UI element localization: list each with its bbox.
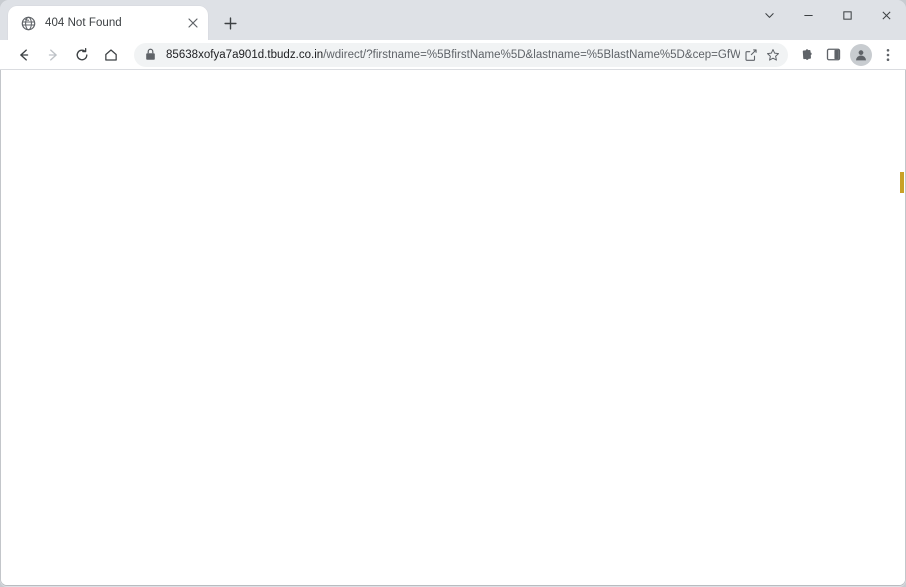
avatar[interactable] bbox=[850, 43, 872, 66]
tab-strip: 404 Not Found bbox=[0, 0, 906, 40]
side-panel-button[interactable] bbox=[820, 41, 846, 69]
home-button[interactable] bbox=[97, 41, 125, 69]
url-path: /wdirect/?firstname=%5BfirstName%5D&last… bbox=[323, 48, 740, 61]
scrollbar-find-match-marker bbox=[900, 172, 904, 193]
url-text: 85638xofya7a901d.tbudz.co.in/wdirect/?fi… bbox=[166, 43, 740, 67]
back-button[interactable] bbox=[10, 41, 38, 69]
share-icon[interactable] bbox=[740, 44, 762, 66]
new-tab-button[interactable] bbox=[216, 9, 244, 37]
tab-title: 404 Not Found bbox=[45, 17, 122, 29]
browser-toolbar: 85638xofya7a901d.tbudz.co.in/wdirect/?fi… bbox=[0, 40, 906, 70]
close-icon[interactable] bbox=[184, 14, 202, 32]
forward-button bbox=[39, 41, 67, 69]
url-domain: 85638xofya7a901d.tbudz.co.in bbox=[166, 48, 324, 61]
minimize-button[interactable] bbox=[789, 0, 828, 30]
tab-search-button[interactable] bbox=[750, 0, 789, 30]
maximize-button[interactable] bbox=[828, 0, 867, 30]
window-controls bbox=[750, 0, 906, 30]
lock-icon[interactable] bbox=[142, 47, 158, 63]
extensions-button[interactable] bbox=[794, 41, 820, 69]
page-content bbox=[1, 70, 905, 585]
page-viewport bbox=[0, 70, 906, 586]
star-icon[interactable] bbox=[762, 44, 784, 66]
address-bar[interactable]: 85638xofya7a901d.tbudz.co.in/wdirect/?fi… bbox=[134, 42, 788, 67]
globe-icon bbox=[20, 15, 36, 31]
browser-window: 404 Not Found 85638xofya7a901d.tbudz.co.… bbox=[0, 0, 906, 587]
browser-tab-active[interactable]: 404 Not Found bbox=[8, 6, 208, 40]
three-dot-menu-icon[interactable] bbox=[876, 41, 900, 69]
reload-button[interactable] bbox=[68, 41, 96, 69]
window-close-button[interactable] bbox=[867, 0, 906, 30]
